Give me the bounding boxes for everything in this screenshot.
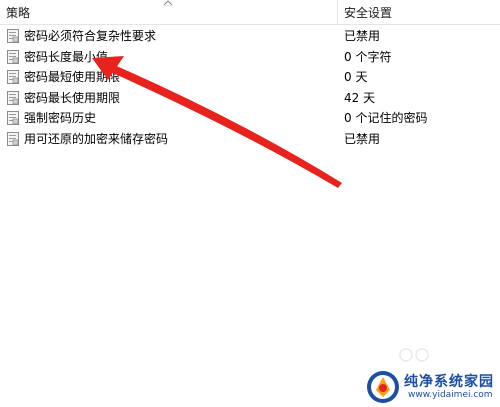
column-header-setting-label: 安全设置	[344, 6, 393, 20]
policy-value: 0 个记住的密码	[344, 111, 428, 125]
table-row[interactable]: 密码必须符合复杂性要求 已禁用	[0, 26, 500, 47]
list-header: 策略 安全设置	[0, 0, 500, 25]
faint-watermark-mark	[399, 348, 429, 362]
table-row[interactable]: 密码最长使用期限 42 天	[0, 88, 500, 109]
policy-document-icon	[7, 70, 19, 84]
policy-name: 用可还原的加密来储存密码	[24, 131, 169, 146]
column-header-policy-label: 策略	[6, 6, 31, 20]
policy-document-icon	[7, 90, 19, 105]
table-row[interactable]: 密码长度最小值 0 个字符	[0, 47, 500, 68]
column-header-setting[interactable]: 安全设置	[338, 0, 500, 24]
policy-name: 密码长度最小值	[24, 49, 109, 64]
policy-value: 已禁用	[344, 29, 381, 43]
table-row[interactable]: 密码最短使用期限 0 天	[0, 67, 500, 88]
policy-value: 0 个字符	[344, 49, 392, 64]
policy-document-icon	[7, 111, 19, 125]
policy-value: 0 天	[344, 70, 368, 84]
table-row[interactable]: 强制密码历史 0 个记住的密码	[0, 108, 500, 129]
site-logo-icon	[367, 371, 399, 403]
sort-ascending-icon	[163, 0, 173, 6]
site-watermark: 纯净系统家园 www.yidaimei.com	[366, 370, 496, 404]
policy-name: 密码最短使用期限	[24, 70, 121, 84]
policy-document-icon	[7, 49, 19, 64]
table-row[interactable]: 用可还原的加密来储存密码 已禁用	[0, 129, 500, 150]
policy-rows: 密码必须符合复杂性要求 已禁用 密码长度最小值 0 个字符 密码最短使用期限 0…	[0, 26, 500, 149]
policy-value: 42 天	[344, 90, 376, 105]
watermark-title: 纯净系统家园	[404, 374, 494, 390]
column-header-policy[interactable]: 策略	[0, 0, 338, 24]
policy-name: 密码必须符合复杂性要求	[24, 29, 157, 43]
policy-name: 强制密码历史	[24, 111, 97, 125]
watermark-url: www.yidaimei.com	[408, 390, 493, 400]
policy-name: 密码最长使用期限	[24, 90, 121, 105]
policy-document-icon	[7, 131, 19, 146]
policy-value: 已禁用	[344, 131, 381, 146]
policy-list-view: 策略 安全设置 密码必须符合复杂性要求 已禁用 密码长度最小值 0 个字符 密码…	[0, 0, 500, 407]
policy-document-icon	[7, 29, 19, 43]
